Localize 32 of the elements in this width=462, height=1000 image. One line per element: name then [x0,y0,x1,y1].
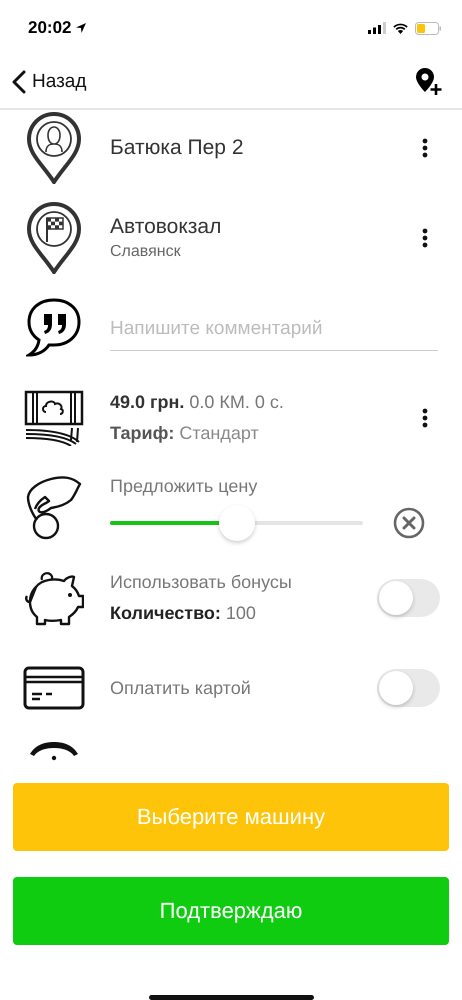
money-stack-icon [24,390,84,446]
piggy-bank-icon [24,569,84,627]
back-button[interactable]: Назад [12,70,86,94]
fare-summary: 49.0 грн. 0.0 КМ. 0 с. [110,392,285,413]
more-icon [422,138,428,158]
speech-bubble-quote-icon [26,297,82,359]
option-label: Использовать бонусы [110,572,293,593]
back-chevron-icon [12,70,26,94]
offer-price-label: Предложить цену [110,476,258,496]
pin-person-icon [26,112,82,184]
add-location-icon[interactable] [416,68,442,96]
option-label: Оплатить картой [110,678,252,698]
wifi-icon [392,22,409,34]
more-icon [422,408,428,428]
address-title[interactable]: Автовокзал [110,215,410,239]
slider-thumb[interactable] [218,504,254,540]
pin-flag-icon [26,202,82,274]
hand-coin-icon [25,475,83,541]
bonus-count: Количество: 100 [110,603,257,624]
tariff-text: Тариф: Стандарт [110,423,260,444]
close-icon [393,506,425,538]
signal-icon [368,22,386,34]
more-icon [422,228,428,248]
location-arrow-icon [75,22,88,34]
status-time: 20:02 [28,18,72,38]
address-title[interactable]: Батюка Пер 2 [110,136,410,160]
clear-button[interactable] [393,506,425,538]
toggle-switch[interactable] [377,669,440,707]
address-city: Славянск [110,243,182,261]
credit-card-icon [23,666,85,710]
toggle-switch[interactable] [377,579,440,617]
battery-icon [415,22,442,34]
